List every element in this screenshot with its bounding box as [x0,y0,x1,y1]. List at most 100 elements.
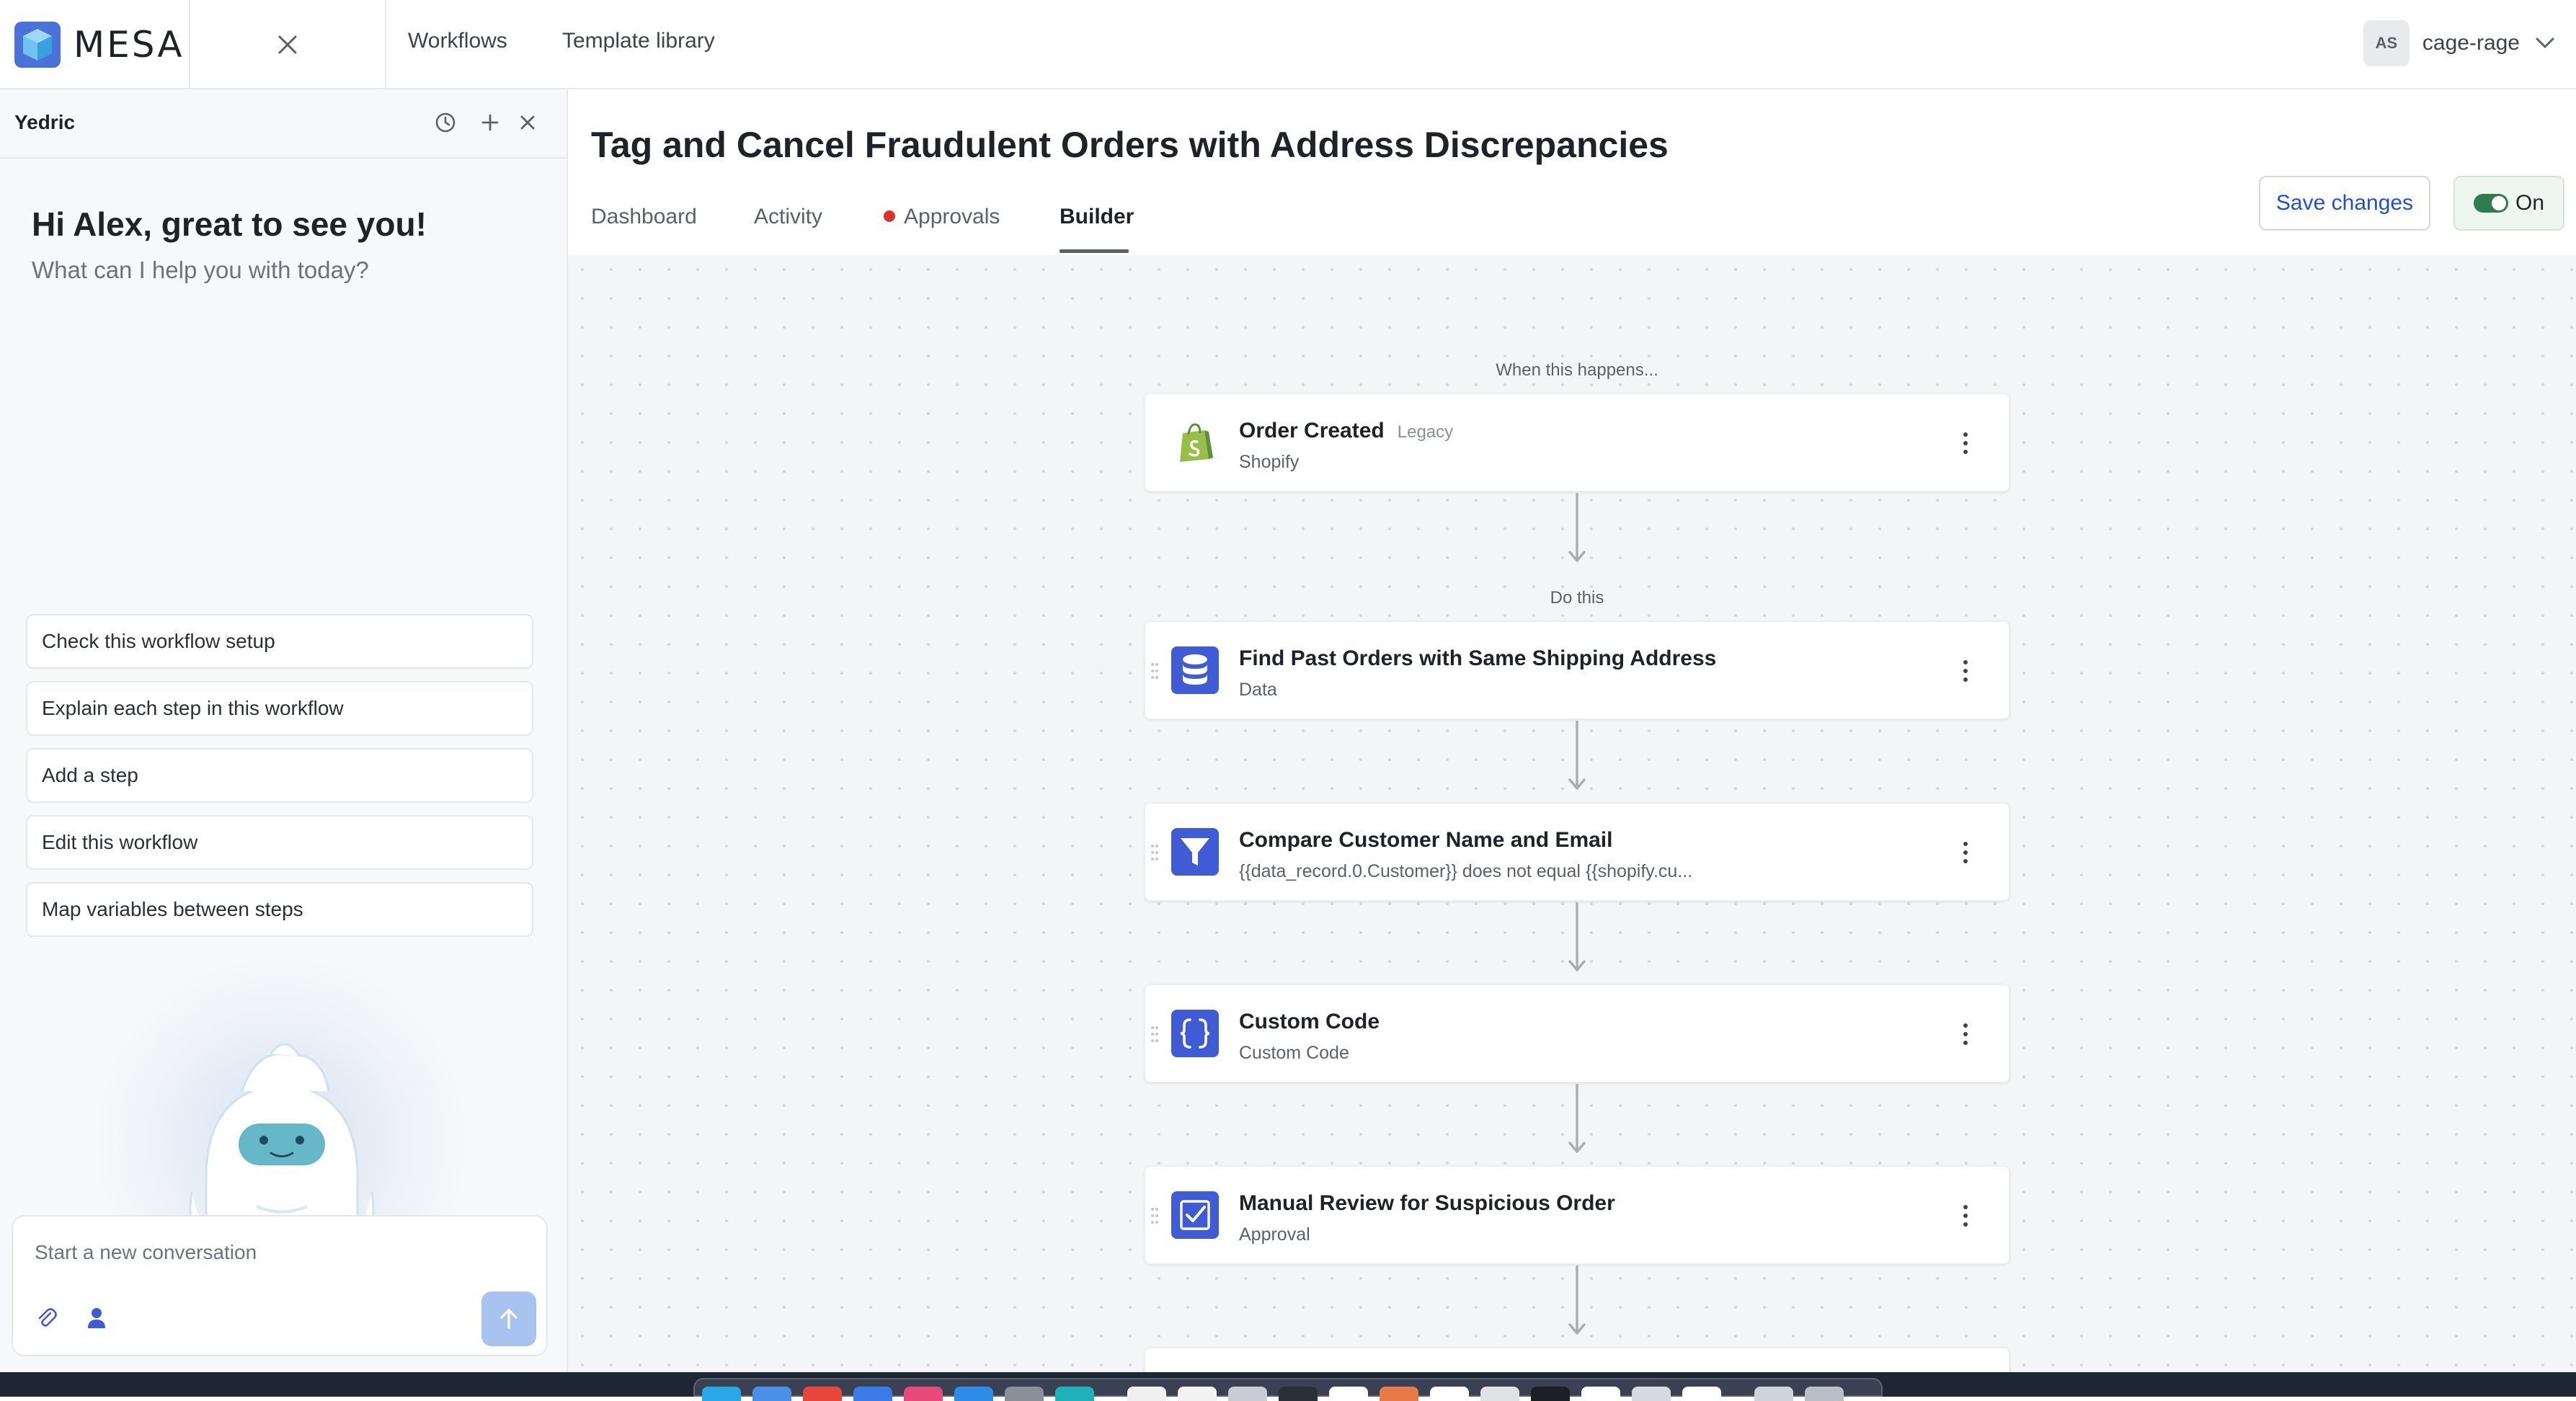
person-icon [88,1308,105,1328]
drag-handle-icon[interactable] [1150,1206,1160,1226]
connector-arrow-icon [1568,1266,1586,1335]
filter-icon [1171,828,1219,876]
dock-app-icon[interactable] [1329,1387,1368,1401]
toggle-switch-icon [2473,194,2508,213]
suggestion-add-step[interactable]: Add a step [26,748,533,803]
drag-handle-icon[interactable] [1150,842,1160,863]
dock-app-icon[interactable] [1754,1387,1793,1401]
dock-app-icon[interactable] [1480,1387,1519,1401]
chat-input[interactable]: Start a new conversation [35,1241,257,1264]
close-sidebar-button[interactable] [190,0,386,89]
dock-app-icon[interactable] [1632,1387,1671,1401]
nav-template-library[interactable]: Template library [562,29,715,53]
step-card-find-past-orders[interactable]: Find Past Orders with Same Shipping Addr… [1145,621,2009,719]
dock-app-icon[interactable] [702,1387,741,1401]
tab-builder[interactable]: Builder [1060,205,1134,229]
dock-app-icon[interactable] [954,1387,993,1401]
workflow-editor: Tag and Cancel Fraudulent Orders with Ad… [568,89,2576,1376]
dock-app-icon[interactable] [1055,1387,1094,1401]
dock-app-icon[interactable] [1178,1387,1217,1401]
dock-app-icon[interactable] [853,1387,892,1401]
close-assistant-button[interactable] [515,110,541,135]
workflow-header: Tag and Cancel Fraudulent Orders with Ad… [568,89,2576,255]
dock-app-icon[interactable] [1682,1387,1721,1401]
mesa-cube-icon [14,22,61,68]
new-chat-button[interactable] [477,110,503,135]
tab-dashboard[interactable]: Dashboard [591,205,697,229]
code-braces-icon [1171,1010,1219,1057]
persona-button[interactable] [82,1303,111,1332]
dock-app-icon[interactable] [1531,1387,1570,1401]
step-title: Order Created Legacy [1239,419,1454,442]
os-dock [693,1378,1883,1401]
trigger-label: When this happens... [1496,360,1658,380]
more-options-icon[interactable] [1958,838,1973,867]
dock-app-icon[interactable] [1380,1387,1418,1401]
step-card-order-created[interactable]: Order Created Legacy Shopify [1145,393,2009,492]
suggestion-map-variables[interactable]: Map variables between steps [26,882,533,937]
step-subtitle: Shopify [1239,452,1300,472]
more-options-icon[interactable] [1958,1201,1973,1230]
drag-handle-icon[interactable] [1150,661,1160,681]
arrow-up-icon [500,1309,518,1329]
shopify-icon [1180,423,1213,462]
assistant-name: Yedric [14,111,76,133]
step-title: Custom Code [1239,1010,1380,1033]
dock-app-icon[interactable] [1228,1387,1267,1401]
mesa-logo[interactable]: MESA [0,0,190,89]
account-menu[interactable]: AS cage-rage [2363,20,2554,66]
save-changes-button[interactable]: Save changes [2259,176,2430,231]
step-subtitle: {{data_record.0.Customer}} does not equa… [1239,861,1693,881]
connector-arrow-icon [1568,721,1586,790]
step-card-compare-customer[interactable]: Compare Customer Name and Email {{data_r… [1145,803,2009,901]
account-name: cage-rage [2422,31,2520,55]
more-options-icon[interactable] [1958,1020,1973,1049]
connector-arrow-icon [1568,493,1586,562]
dock-app-icon[interactable] [1581,1387,1620,1401]
toggle-label: On [2515,191,2545,215]
step-card-manual-review[interactable]: Manual Review for Suspicious Order Appro… [1145,1166,2009,1264]
database-icon [1171,646,1219,694]
step-card-custom-code[interactable]: Custom Code Custom Code [1145,984,2009,1082]
suggestion-explain-steps[interactable]: Explain each step in this workflow [26,681,533,736]
step-title: Compare Customer Name and Email [1239,828,1613,852]
dock-app-icon[interactable] [1005,1387,1044,1401]
dock-app-icon[interactable] [1279,1387,1318,1401]
dock-app-icon[interactable] [1430,1387,1469,1401]
step-subtitle: Data [1239,680,1277,700]
tab-approvals-label: Approvals [904,205,1000,228]
history-button[interactable] [432,110,458,135]
step-title: Find Past Orders with Same Shipping Addr… [1239,646,1717,670]
tab-activity[interactable]: Activity [754,205,822,229]
active-tab-indicator [1060,249,1129,253]
legacy-badge: Legacy [1397,422,1454,442]
tab-approvals[interactable]: Approvals [884,205,1000,229]
connector-arrow-icon [1568,902,1586,971]
more-options-icon[interactable] [1958,657,1973,685]
suggestion-edit-workflow[interactable]: Edit this workflow [26,815,533,870]
attach-button[interactable] [32,1303,61,1332]
workflow-enabled-toggle[interactable]: On [2453,176,2564,231]
dock-app-icon[interactable] [1805,1387,1844,1401]
avatar: AS [2363,20,2410,66]
paperclip-icon [38,1308,57,1327]
assistant-greeting: Hi Alex, great to see you! [32,205,427,243]
approval-checkbox-icon [1171,1191,1219,1239]
dock-app-icon[interactable] [752,1387,791,1401]
logo-text: MESA [74,24,185,66]
close-icon [278,35,297,54]
assistant-panel: Yedric Hi Alex, great to see you! What c… [0,89,568,1372]
nav-workflows[interactable]: Workflows [408,29,507,53]
dock-app-icon[interactable] [1127,1387,1166,1401]
dock-app-icon[interactable] [803,1387,842,1401]
workflow-title: Tag and Cancel Fraudulent Orders with Ad… [591,125,1669,165]
more-options-icon[interactable] [1958,429,1973,458]
history-icon [435,112,456,133]
send-button[interactable] [481,1291,536,1346]
builder-canvas[interactable]: When this happens... Order Created Legacy… [568,255,2576,1376]
drag-handle-icon[interactable] [1150,1024,1160,1044]
suggestion-check-setup[interactable]: Check this workflow setup [26,614,533,669]
action-label: Do this [1550,588,1604,608]
dock-app-icon[interactable] [904,1387,943,1401]
app-window: MESA Workflows Template library AS cage-… [0,0,2576,1401]
